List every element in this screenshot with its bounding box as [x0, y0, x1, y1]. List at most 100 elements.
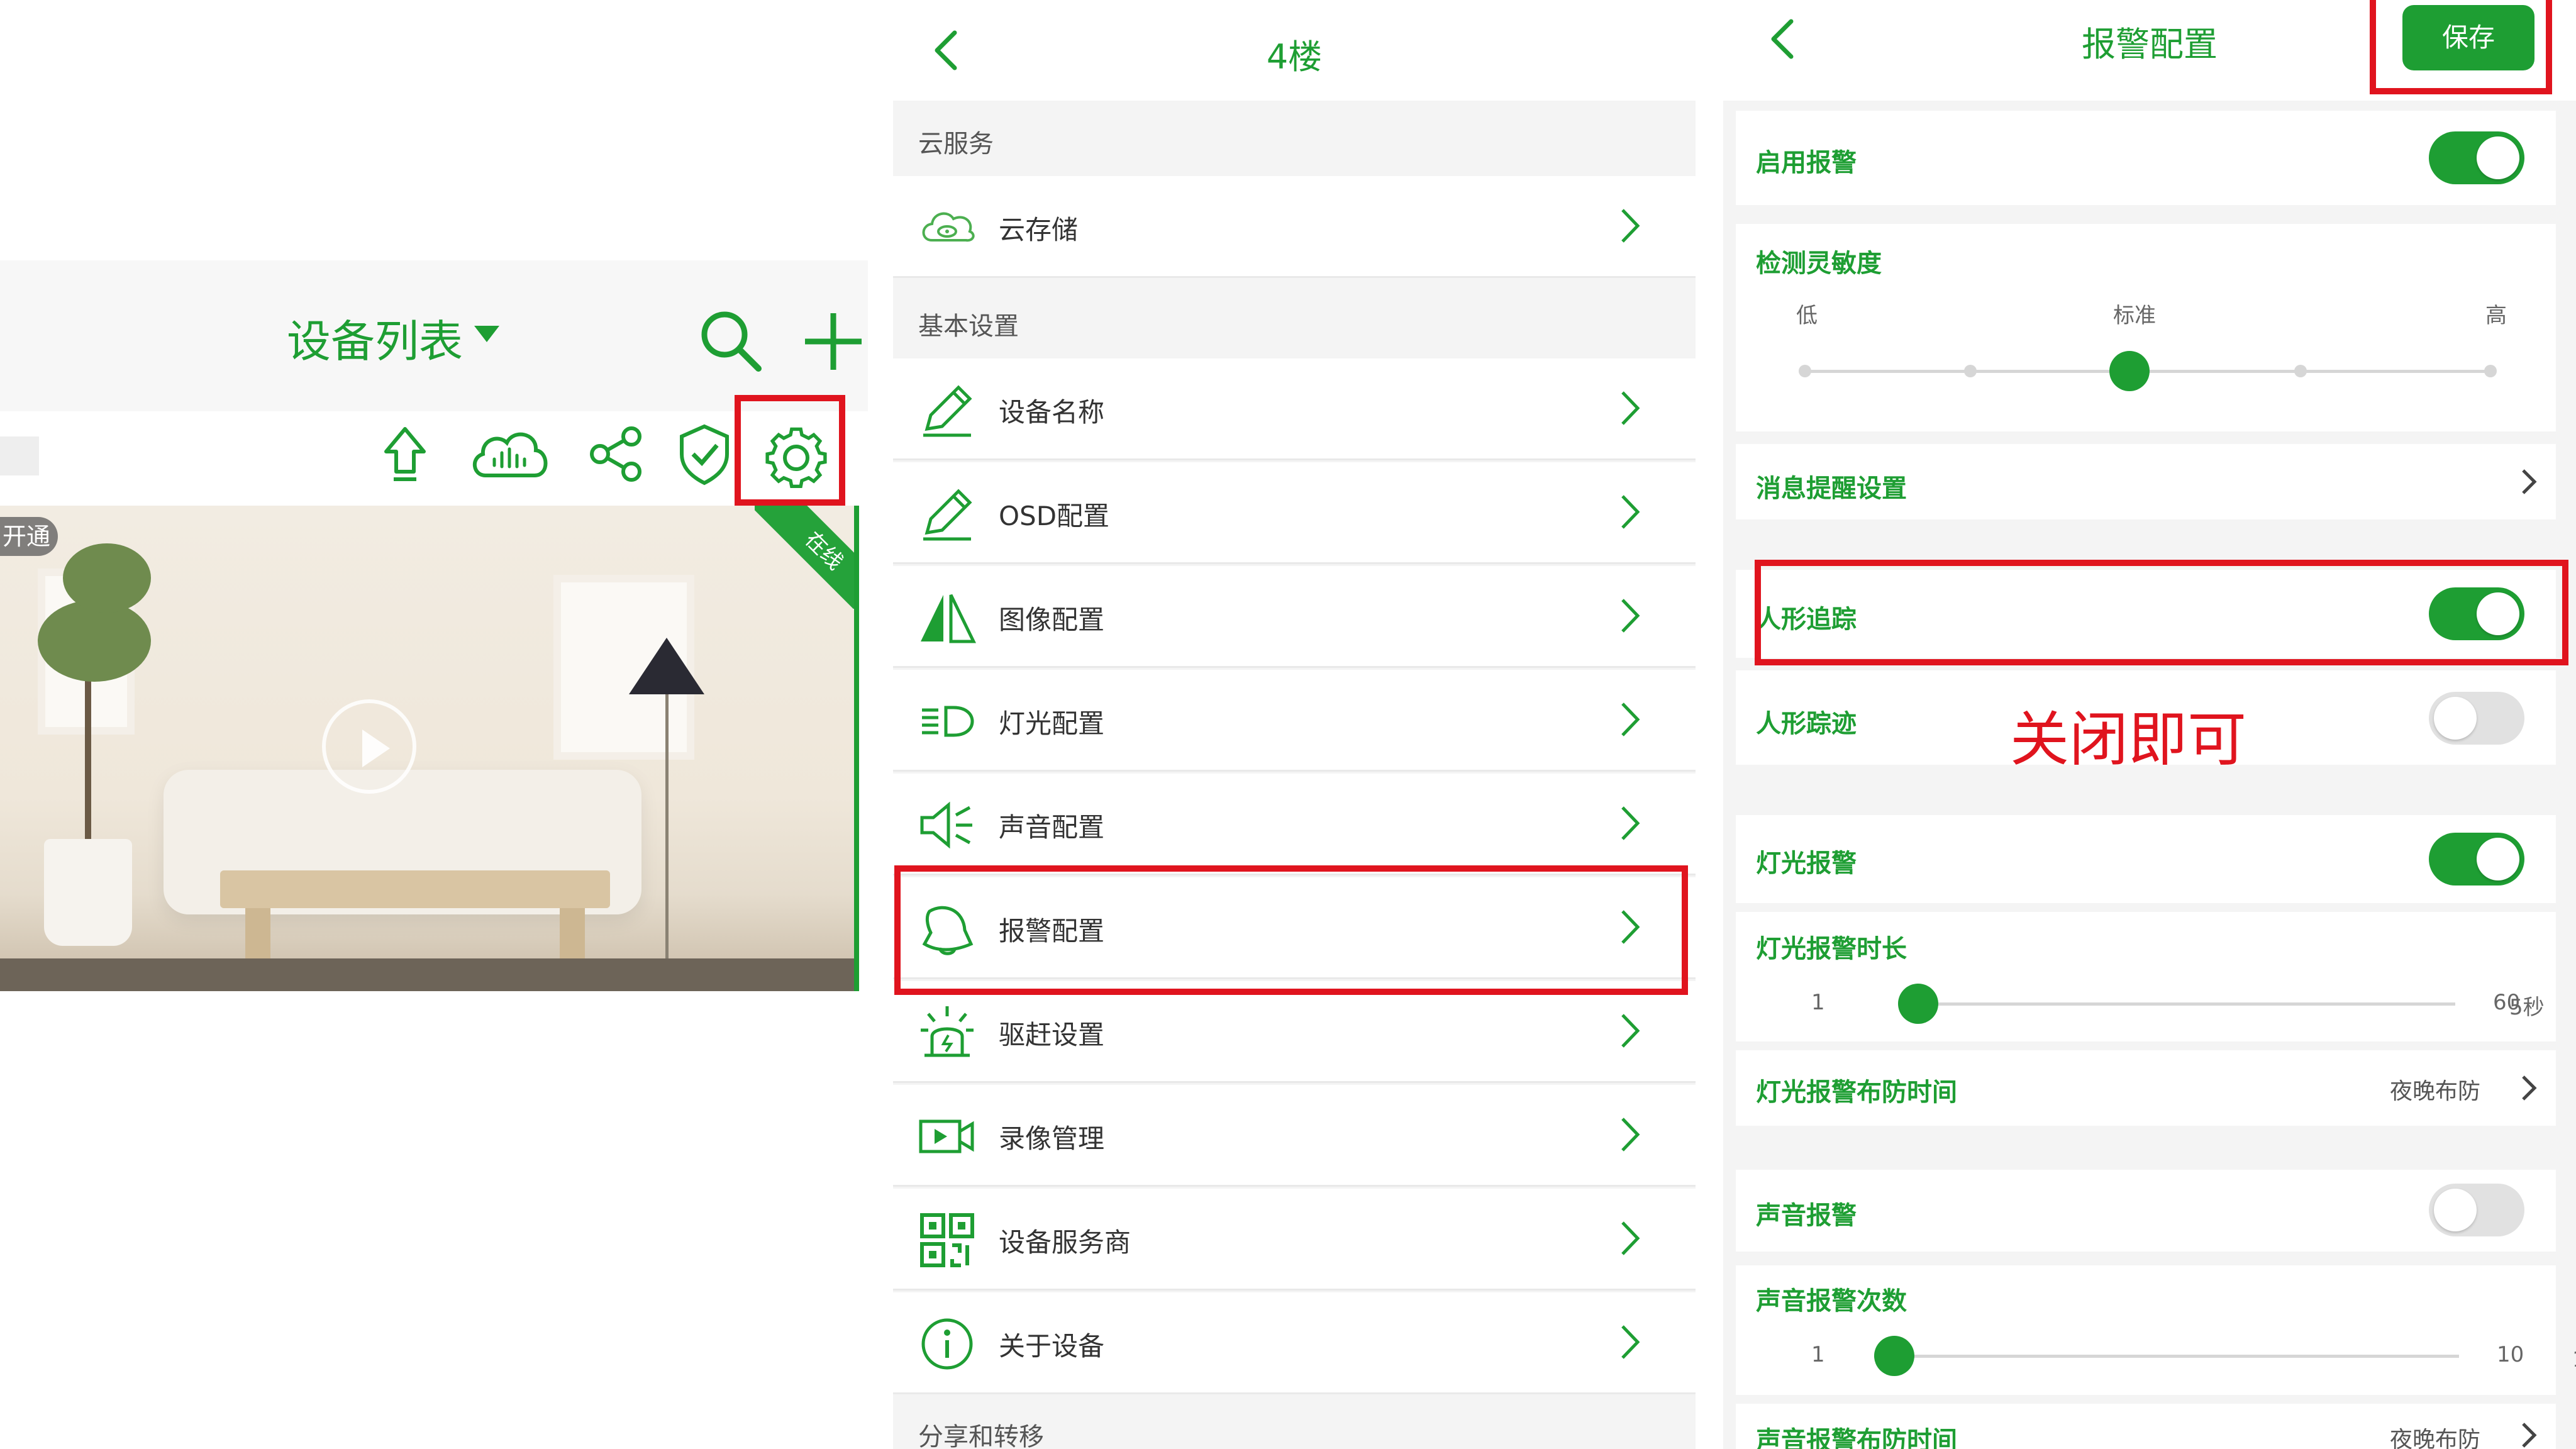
message-settings-row[interactable]: 消息提醒设置 — [1736, 444, 2556, 519]
chevron-down-icon[interactable] — [474, 326, 499, 342]
toggle-knob — [2477, 136, 2519, 179]
plant-leaves — [63, 543, 151, 613]
light-alarm-label: 灯光报警 — [1756, 849, 1857, 878]
save-highlight-box — [2370, 0, 2552, 94]
lamp-image — [629, 638, 704, 694]
plant-leaves — [38, 600, 151, 682]
light-duration-label: 灯光报警时长 — [1756, 935, 1907, 963]
chevron-right-icon — [1614, 594, 1645, 638]
light-duration-thumb[interactable] — [1898, 984, 1938, 1024]
settings-item-recording[interactable]: 录像管理 — [893, 1085, 1696, 1187]
card-accent-edge — [854, 506, 859, 991]
sensitivity-standard-label: 标准 — [2113, 303, 2156, 328]
search-icon[interactable] — [697, 307, 766, 376]
chevron-right-icon — [2516, 1069, 2541, 1107]
sensitivity-high-label: 高 — [2485, 303, 2507, 328]
human-trace-toggle[interactable] — [2429, 692, 2524, 745]
device-list-title[interactable]: 设备列表 — [287, 306, 463, 370]
sound-schedule-row[interactable]: 声音报警布防时间 夜晚布防 — [1736, 1404, 2556, 1449]
settings-title: 4楼 — [1266, 37, 1323, 77]
chevron-right-icon — [2516, 1416, 2541, 1449]
camera-preview-thumbnail[interactable] — [0, 506, 858, 991]
settings-item-label: 关于设备 — [999, 1331, 1105, 1362]
sensitivity-step[interactable] — [1964, 365, 1977, 377]
shield-check-icon[interactable] — [672, 421, 737, 487]
settings-item-label: 录像管理 — [999, 1123, 1105, 1154]
headlight-icon — [916, 690, 979, 753]
settings-item-image[interactable]: 图像配置 — [893, 566, 1696, 668]
light-duration-value-text: 5秒 — [2509, 995, 2545, 1020]
device-settings-panel: 4楼 云服务 云存储 基本设置 设备名称 OSD配置 图像配置 灯光配置 声音配… — [893, 0, 1696, 1449]
light-duration-min: 1 — [1811, 990, 1825, 1015]
settings-item-light[interactable]: 灯光配置 — [893, 670, 1696, 772]
sound-schedule-value: 夜晚布防 — [2389, 1427, 2480, 1449]
sound-count-thumb[interactable] — [1874, 1336, 1914, 1376]
online-ribbon: 在线 — [755, 506, 858, 609]
sound-count-value: 1次 — [2509, 1342, 2576, 1373]
settings-item-cloud-storage[interactable]: 云存储 — [893, 176, 1696, 278]
enable-alarm-toggle[interactable] — [2429, 131, 2524, 184]
chevron-right-icon — [2516, 463, 2541, 501]
light-schedule-row[interactable]: 灯光报警布防时间 夜晚布防 — [1736, 1050, 2556, 1126]
chevron-right-icon — [1614, 697, 1645, 741]
device-list-panel: 设备列表 开通 在线 — [0, 0, 868, 1449]
settings-item-deter[interactable]: 驱赶设置 — [893, 981, 1696, 1083]
settings-item-label: 声音配置 — [999, 812, 1105, 843]
settings-item-label: 设备名称 — [999, 397, 1105, 428]
play-icon[interactable] — [322, 699, 416, 794]
settings-item-label: 设备服务商 — [999, 1227, 1131, 1258]
sound-alarm-toggle[interactable] — [2429, 1184, 2524, 1236]
video-icon — [916, 1105, 979, 1168]
sensitivity-label: 检测灵敏度 — [1756, 249, 1882, 278]
chevron-right-icon — [1614, 1216, 1645, 1260]
light-alarm-toggle[interactable] — [2429, 833, 2524, 886]
sensitivity-step[interactable] — [2484, 365, 2497, 377]
settings-item-osd[interactable]: OSD配置 — [893, 462, 1696, 564]
pencil-icon — [916, 379, 979, 441]
plant-image — [85, 663, 91, 845]
pencil-icon — [916, 482, 979, 545]
section-header-share: 分享和转移 — [918, 1423, 1044, 1449]
sound-count-track[interactable] — [1878, 1355, 2459, 1358]
enable-alarm-row: 启用报警 — [1736, 111, 2556, 205]
open-service-badge[interactable]: 开通 — [0, 517, 58, 556]
speaker-icon — [916, 794, 979, 857]
light-schedule-label: 灯光报警布防时间 — [1756, 1078, 1957, 1107]
chevron-right-icon — [1614, 801, 1645, 845]
chevron-right-icon — [1614, 1113, 1645, 1157]
settings-item-label: 云存储 — [999, 214, 1079, 245]
sound-count-min: 1 — [1811, 1342, 1825, 1367]
sound-count-value-text: 1次 — [2572, 1347, 2576, 1372]
image-mirror-icon — [916, 586, 979, 649]
chevron-right-icon — [1614, 1009, 1645, 1053]
chevron-right-icon — [1614, 1320, 1645, 1364]
chevron-right-icon — [1614, 386, 1645, 430]
sensitivity-step[interactable] — [1799, 365, 1811, 377]
settings-item-provider[interactable]: 设备服务商 — [893, 1189, 1696, 1291]
sensitivity-track[interactable] — [1804, 370, 2496, 373]
sensitivity-step[interactable] — [2294, 365, 2307, 377]
settings-item-label: OSD配置 — [999, 501, 1110, 531]
online-status: 在线 — [755, 506, 858, 609]
settings-item-device-name[interactable]: 设备名称 — [893, 358, 1696, 460]
light-duration-card: 灯光报警时长 1 60 5秒 — [1736, 912, 2556, 1041]
light-duration-track[interactable] — [1902, 1002, 2455, 1006]
sound-count-label: 声音报警次数 — [1756, 1287, 1907, 1316]
settings-item-sound[interactable]: 声音配置 — [893, 774, 1696, 875]
gear-highlight-box — [735, 395, 845, 506]
human-trace-label: 人形踪迹 — [1756, 709, 1857, 738]
floor-band — [0, 958, 858, 991]
cloud-icon[interactable] — [467, 421, 553, 487]
chevron-right-icon — [1614, 204, 1645, 248]
settings-item-label: 图像配置 — [999, 604, 1105, 635]
toggle-knob — [2477, 838, 2519, 880]
add-icon[interactable] — [799, 307, 868, 376]
light-alarm-row: 灯光报警 — [1736, 815, 2556, 903]
sound-schedule-label: 声音报警布防时间 — [1756, 1426, 1957, 1449]
sensitivity-thumb[interactable] — [2109, 351, 2150, 391]
message-settings-label: 消息提醒设置 — [1756, 474, 1907, 503]
share-icon[interactable] — [584, 421, 649, 487]
settings-item-about[interactable]: 关于设备 — [893, 1292, 1696, 1394]
siren-icon — [916, 1001, 979, 1064]
upload-icon[interactable] — [372, 421, 438, 487]
